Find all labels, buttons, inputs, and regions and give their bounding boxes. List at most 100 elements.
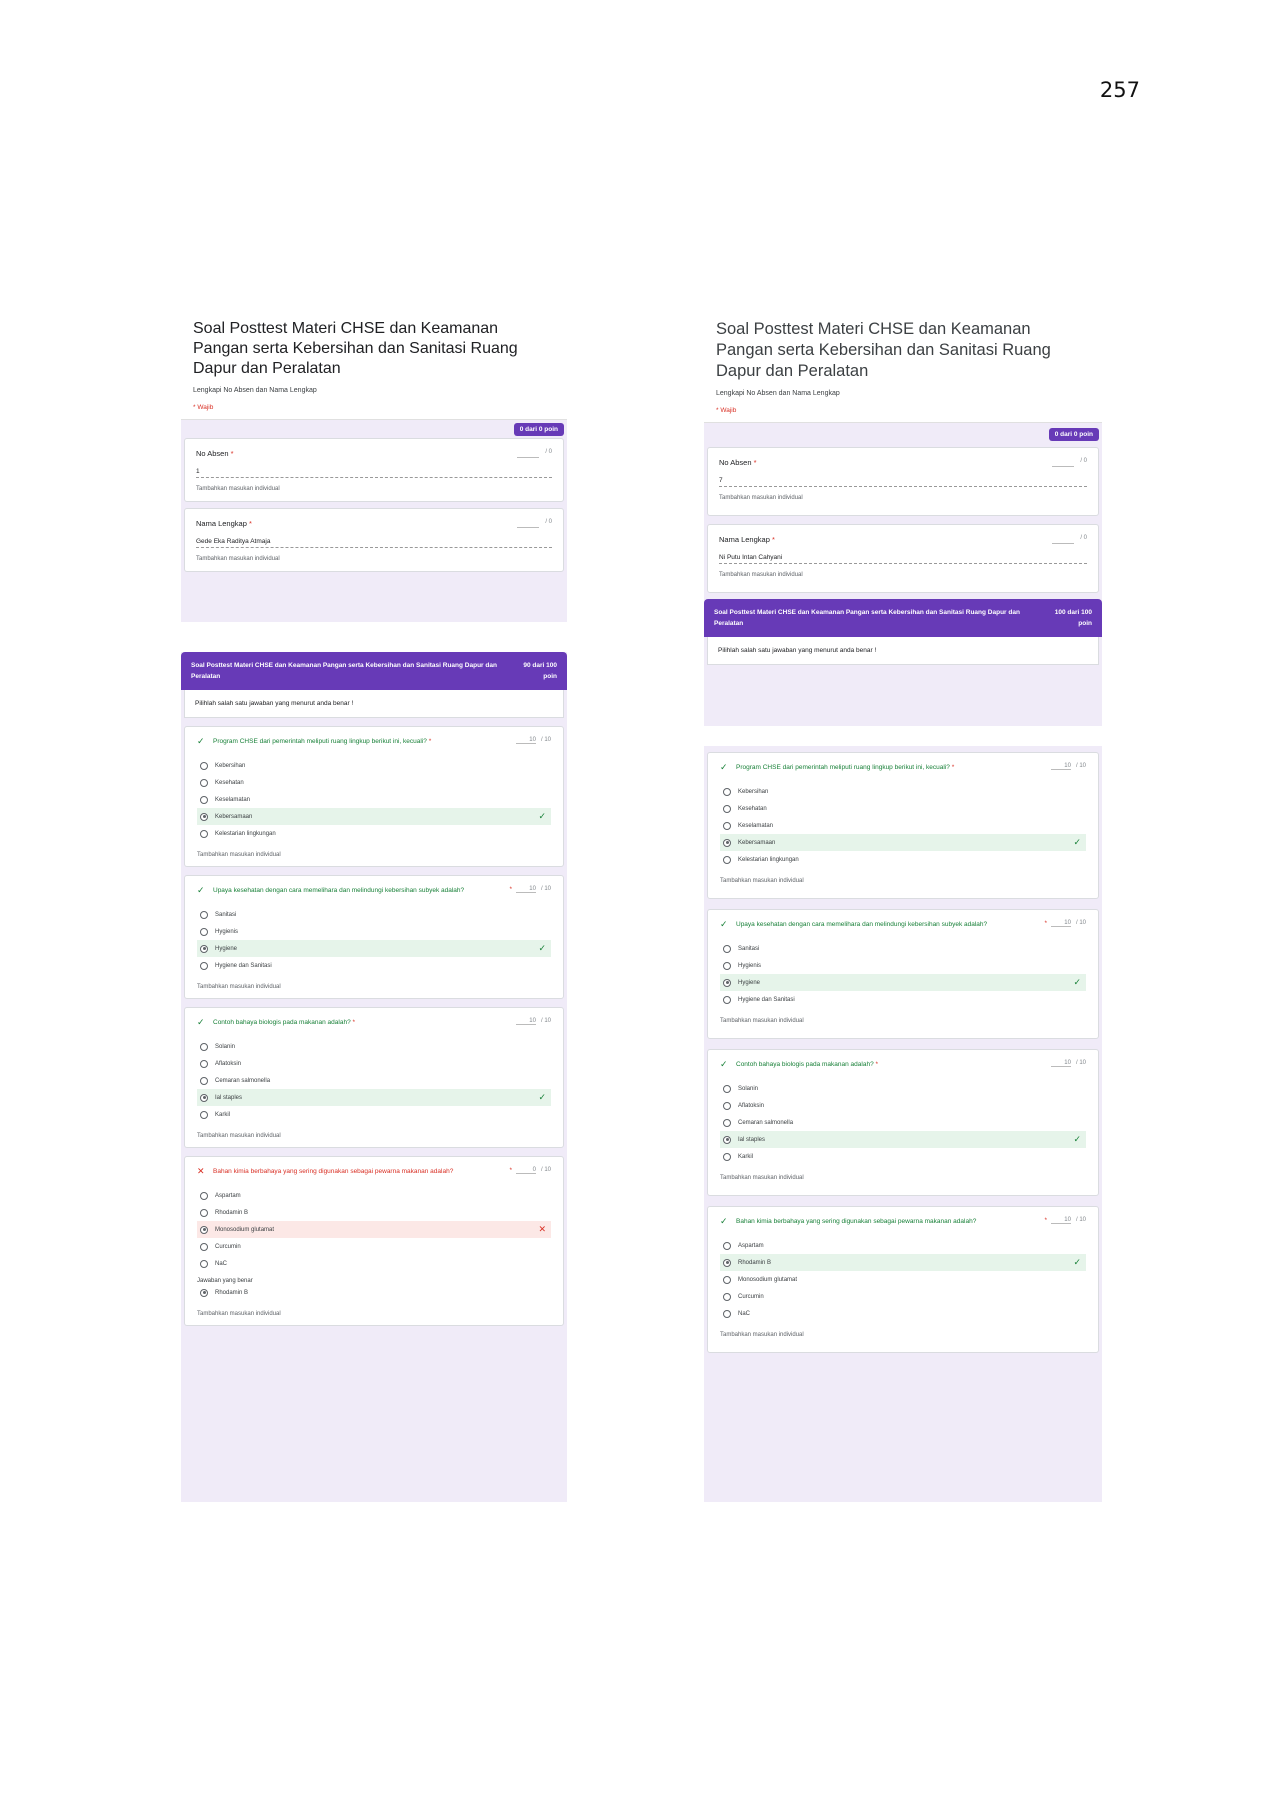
radio-icon [200,1259,208,1268]
question-text: Bahan kimia berbahaya yang sering diguna… [736,1218,977,1225]
question-text: Contoh bahaya biologis pada makanan adal… [213,1019,356,1026]
points-row: 0 dari 0 poin [181,420,567,438]
no-absen-label: No Absen * [719,458,757,467]
add-feedback-link[interactable]: Tambahkan masukan individual [196,486,552,492]
question-score[interactable]: 10/ 10 [1050,763,1086,770]
option: Solanin [720,1080,1086,1097]
radio-icon [723,995,731,1004]
option-selected-correct: Hygiene ✓ [197,940,551,957]
add-feedback-link[interactable]: Tambahkan masukan individual [197,1133,551,1139]
radio-icon [723,1241,731,1250]
radio-icon [200,1208,208,1217]
radio-icon [723,855,731,864]
add-feedback-link[interactable]: Tambahkan masukan individual [196,556,552,562]
points-badge: 0 dari 0 poin [513,423,564,436]
question-score[interactable]: 0/ 10 [515,1167,551,1174]
option: Kebersihan [720,783,1086,800]
question-score[interactable]: 10/ 10 [1050,920,1086,927]
section-description: Pilihlah salah satu jawaban yang menurut… [707,637,1099,665]
question-card: ✓ Program CHSE dari pemerintah meliputi … [184,726,564,867]
question-score[interactable]: 10/ 10 [515,737,551,744]
option: Aflatoksin [197,1055,551,1072]
check-icon: ✓ [538,1092,546,1102]
radio-icon [723,944,731,953]
required-note: * Wajib [716,407,737,414]
points-badge: 0 dari 0 poin [1048,428,1099,441]
question-text: Program CHSE dari pemerintah meliputi ru… [213,738,432,745]
add-feedback-link[interactable]: Tambahkan masukan individual [197,852,551,858]
radio-icon [200,1042,208,1051]
radio-icon [723,821,731,830]
radio-icon [723,787,731,796]
add-feedback-link[interactable]: Tambahkan masukan individual [720,1332,1086,1338]
section-header: Soal Posttest Materi CHSE dan Keamanan P… [704,599,1102,637]
option: Cemaran salmonella [197,1072,551,1089]
left-form-header: Soal Posttest Materi CHSE dan Keamanan P… [181,311,567,622]
radio-icon [200,961,208,970]
section-points: 90 dari 100 poin [523,662,557,680]
question-card: ✓ Upaya kesehatan dengan cara memelihara… [707,909,1099,1039]
no-absen-score[interactable]: / 0 [1052,458,1087,467]
question-score[interactable]: 10/ 10 [515,886,551,893]
option: Karkil [197,1106,551,1123]
add-feedback-link[interactable]: Tambahkan masukan individual [719,572,1087,578]
option: Rhodamin B [197,1204,551,1221]
radio-icon [200,761,208,770]
form-title-card: Soal Posttest Materi CHSE dan Keamanan P… [704,311,1102,423]
question-score[interactable]: 10/ 10 [515,1018,551,1025]
radio-icon [723,1084,731,1093]
radio-icon [200,829,208,838]
radio-selected-icon [723,838,731,847]
add-feedback-link[interactable]: Tambahkan masukan individual [720,1018,1086,1024]
required-note: * Wajib [193,404,214,411]
option-selected-correct: Ial staples ✓ [197,1089,551,1106]
radio-icon [200,795,208,804]
radio-icon [200,927,208,936]
required-asterisk: * [509,1167,512,1174]
question-score[interactable]: 10/ 10 [1050,1217,1086,1224]
form-description: Lengkapi No Absen dan Nama Lengkap [716,390,840,397]
option-selected-correct: Hygiene ✓ [720,974,1086,991]
question-card: ✓ Program CHSE dari pemerintah meliputi … [707,752,1099,899]
question-score[interactable]: 10/ 10 [1050,1060,1086,1067]
correct-check-icon: ✓ [197,1017,205,1027]
radio-selected-icon [200,812,208,821]
option: Aflatoksin [720,1097,1086,1114]
nama-lengkap-score[interactable]: / 0 [517,519,552,528]
option: Solanin [197,1038,551,1055]
no-absen-card: No Absen * / 0 1 Tambahkan masukan indiv… [184,438,564,502]
no-absen-score[interactable]: / 0 [517,449,552,458]
option-selected-correct: Ial staples ✓ [720,1131,1086,1148]
radio-icon [723,804,731,813]
option: Kesehatan [197,774,551,791]
option: Kebersihan [197,757,551,774]
check-icon: ✓ [1073,1257,1081,1267]
points-row: 0 dari 0 poin [704,423,1102,447]
correct-check-icon: ✓ [720,1059,728,1069]
no-absen-label: No Absen * [196,449,234,458]
radio-icon [200,1242,208,1251]
section-header: Soal Posttest Materi CHSE dan Keamanan P… [181,652,567,690]
radio-icon [723,1152,731,1161]
add-feedback-link[interactable]: Tambahkan masukan individual [197,1311,551,1317]
question-card: ✓ Contoh bahaya biologis pada makanan ad… [184,1007,564,1148]
question-card: ✕ Bahan kimia berbahaya yang sering digu… [184,1156,564,1326]
radio-icon [723,961,731,970]
add-feedback-link[interactable]: Tambahkan masukan individual [719,495,1087,501]
radio-icon [723,1101,731,1110]
left-quiz-section: Soal Posttest Materi CHSE dan Keamanan P… [181,652,567,1502]
correct-check-icon: ✓ [720,1216,728,1226]
radio-selected-icon [723,1135,731,1144]
nama-lengkap-score[interactable]: / 0 [1052,535,1087,544]
add-feedback-link[interactable]: Tambahkan masukan individual [720,1175,1086,1181]
add-feedback-link[interactable]: Tambahkan masukan individual [197,984,551,990]
option: Hygienis [197,923,551,940]
correct-check-icon: ✓ [720,762,728,772]
option: NaC [197,1255,551,1272]
option: Kelestarian lingkungan [197,825,551,842]
radio-icon [200,910,208,919]
question-text: Upaya kesehatan dengan cara memelihara d… [213,887,465,894]
radio-icon [200,1191,208,1200]
option: Hygiene dan Sanitasi [720,991,1086,1008]
add-feedback-link[interactable]: Tambahkan masukan individual [720,878,1086,884]
